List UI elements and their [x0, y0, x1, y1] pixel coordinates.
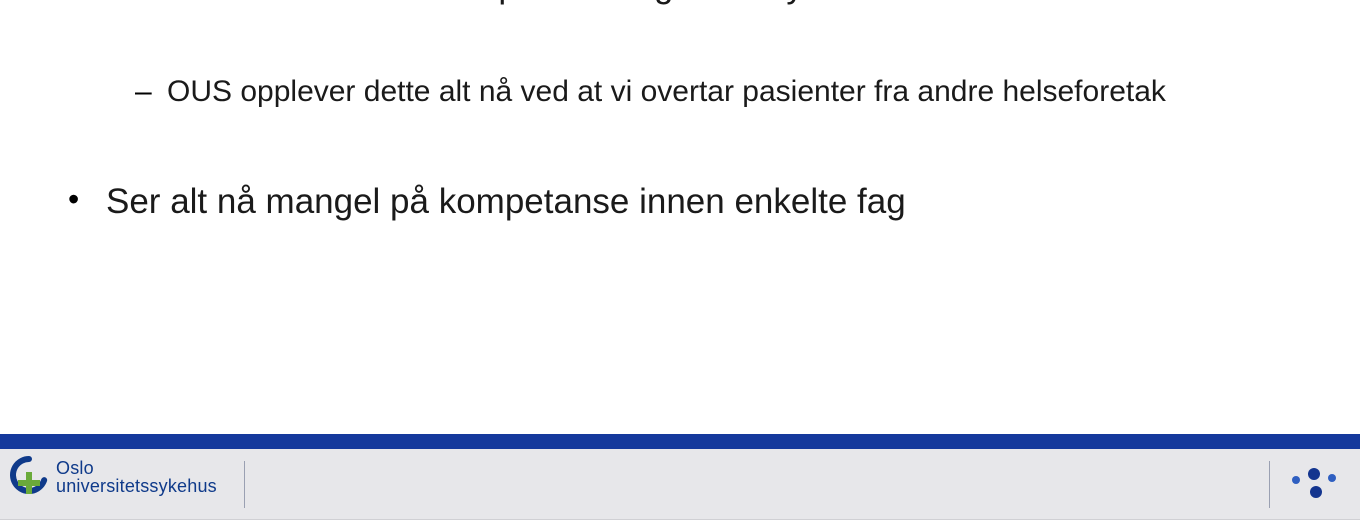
dot-icon: [1310, 486, 1322, 498]
dot-icon: [1308, 468, 1320, 480]
footer-logo-line1: Oslo: [56, 459, 217, 477]
slide-footer: Oslo universitetssykehus: [0, 434, 1360, 520]
cutoff-bullet-wrap: en sentraliserende effekt på utviklingen…: [0, 0, 1360, 60]
bullet-item-2-text: Ser alt nå mangel på kompetanse innen en…: [70, 178, 1300, 225]
footer-dots-icon: [1288, 466, 1344, 502]
footer-logo-text: Oslo universitetssykehus: [56, 459, 217, 495]
footer-accent-bar: [0, 434, 1360, 449]
sub-bullet-item-1: OUS opplever dette alt nå ved at vi over…: [135, 72, 1280, 113]
slide-body: en sentraliserende effekt på utviklingen…: [0, 0, 1360, 435]
bullet-item-1: en sentraliserende effekt på utviklingen…: [70, 0, 1300, 9]
footer-logo-line2: universitetssykehus: [56, 477, 217, 495]
ous-logo-icon: [8, 456, 50, 498]
dot-icon: [1328, 474, 1336, 482]
footer-divider-left: [244, 461, 245, 508]
footer-divider-right: [1269, 461, 1270, 508]
bullet-item-2: Ser alt nå mangel på kompetanse innen en…: [70, 178, 1300, 225]
dot-icon: [1292, 476, 1300, 484]
sub-bullet-item-1-text: OUS opplever dette alt nå ved at vi over…: [135, 72, 1280, 113]
footer-logo: Oslo universitetssykehus: [8, 456, 217, 498]
bullet-item-1-text: en sentraliserende effekt på utviklingen…: [70, 0, 1300, 9]
